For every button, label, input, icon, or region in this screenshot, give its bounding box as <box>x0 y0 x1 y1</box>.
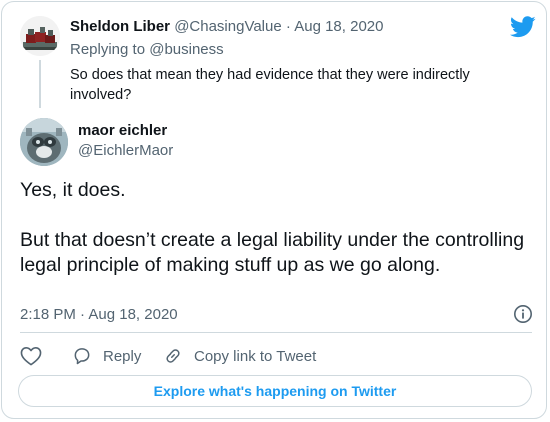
copy-link-label: Copy link to Tweet <box>194 347 317 365</box>
main-author-handle[interactable]: @EichlerMaor <box>78 142 173 159</box>
heart-icon <box>20 346 42 366</box>
tweet-embed-card: Sheldon Liber @ChasingValue · Aug 18, 20… <box>1 1 547 419</box>
action-divider <box>20 332 532 333</box>
reply-bubble-icon <box>72 346 92 366</box>
explore-button-label: Explore what's happening on Twitter <box>153 383 397 399</box>
tweet-timestamp[interactable]: 2:18 PM · Aug 18, 2020 <box>20 306 178 323</box>
parent-tweet-date[interactable]: Aug 18, 2020 <box>294 18 383 35</box>
reply-label: Reply <box>103 347 142 365</box>
tweet-time: 2:18 PM <box>20 306 76 323</box>
parent-author-handle[interactable]: @ChasingValue <box>174 18 282 35</box>
copy-link-button[interactable]: Copy link to Tweet <box>163 346 316 366</box>
replying-to-prefix: Replying to <box>70 41 146 58</box>
main-author-avatar[interactable] <box>20 118 68 166</box>
thread-connector-line <box>39 60 41 108</box>
reply-button[interactable]: Reply <box>72 346 141 366</box>
info-icon[interactable] <box>513 304 533 324</box>
timestamp-separator: · <box>80 306 86 323</box>
tweet-date: Aug 18, 2020 <box>88 306 178 323</box>
replying-to-handle-link[interactable]: @business <box>149 41 223 58</box>
parent-author-name[interactable]: Sheldon Liber <box>70 18 170 35</box>
main-tweet-paragraph: But that doesn’t create a legal liabilit… <box>20 229 525 276</box>
twitter-bird-icon[interactable] <box>509 16 536 38</box>
parent-meta-separator: · <box>285 18 291 35</box>
explore-twitter-button[interactable]: Explore what's happening on Twitter <box>18 375 532 407</box>
link-icon <box>163 346 183 366</box>
parent-tweet-header: Sheldon Liber @ChasingValue · Aug 18, 20… <box>70 18 383 35</box>
main-author-name[interactable]: maor eichler <box>78 122 167 139</box>
parent-author-avatar[interactable] <box>20 16 60 56</box>
main-tweet-text: Yes, it does. But that doesn’t create a … <box>20 178 530 278</box>
like-button[interactable] <box>20 346 42 366</box>
main-tweet-paragraph: Yes, it does. <box>20 179 126 201</box>
replying-to-line: Replying to @business <box>70 41 224 58</box>
parent-tweet-text: So does that mean they had evidence that… <box>70 67 470 103</box>
